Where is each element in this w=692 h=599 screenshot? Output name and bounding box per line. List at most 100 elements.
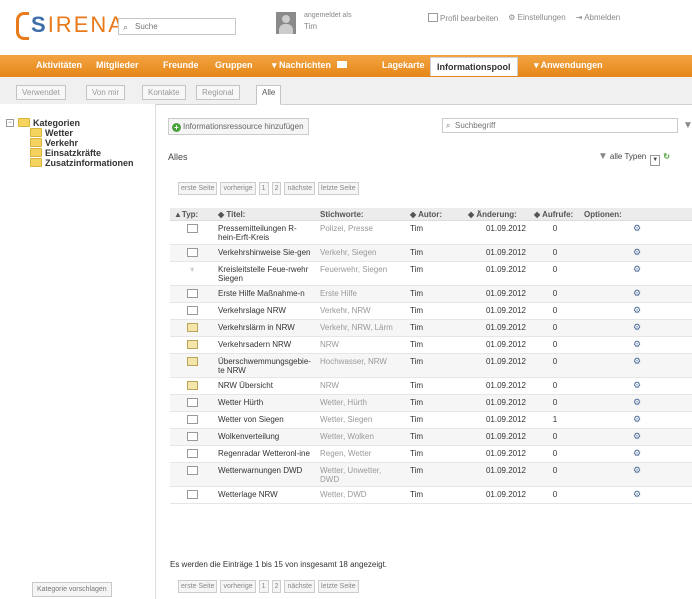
pager-prev[interactable]: vorherige: [220, 580, 256, 593]
pager-next[interactable]: nächste: [284, 182, 315, 195]
table-row[interactable]: Wetter Hürth Wetter, Hürth Tim 01.09.2012 0 ⚙: [170, 394, 692, 412]
cell-options[interactable]: ⚙: [580, 302, 692, 320]
options-gear-icon[interactable]: ⚙: [633, 397, 641, 407]
options-gear-icon[interactable]: ⚙: [633, 414, 641, 424]
nav-messages[interactable]: ▾ Nachrichten: [272, 60, 348, 71]
cell-options[interactable]: ⚙: [580, 261, 692, 286]
options-gear-icon[interactable]: ⚙: [633, 247, 641, 257]
edit-profile-link[interactable]: Profil bearbeiten: [428, 13, 498, 23]
options-gear-icon[interactable]: ⚙: [633, 288, 641, 298]
cell-title[interactable]: Wetter Hürth: [214, 394, 316, 412]
nav-situation-map[interactable]: Lagekarte: [382, 60, 425, 70]
cell-title[interactable]: Regenradar Wetteronl-ine: [214, 445, 316, 463]
tab-contacts[interactable]: Kontakte: [142, 85, 186, 100]
options-gear-icon[interactable]: ⚙: [633, 305, 641, 315]
tab-used[interactable]: Verwendet: [16, 85, 66, 100]
options-gear-icon[interactable]: ⚙: [633, 431, 641, 441]
nav-groups[interactable]: Gruppen: [215, 60, 253, 70]
pager-first[interactable]: erste Seite: [178, 182, 218, 195]
suggest-category-button[interactable]: Kategorie vorschlagen: [32, 582, 112, 597]
options-gear-icon[interactable]: ⚙: [633, 356, 641, 366]
cell-title[interactable]: NRW Übersicht: [214, 377, 316, 395]
table-row[interactable]: Erste Hilfe Maßnahme-n Erste Hilfe Tim 01.0…: [170, 285, 692, 303]
table-row[interactable]: Wolkenverteilung Wetter, Wolken Tim 01.09.2…: [170, 428, 692, 446]
avatar[interactable]: [276, 12, 296, 34]
tree-item-traffic[interactable]: Verkehr: [6, 138, 134, 148]
cell-title[interactable]: Kreisleitstelle Feue-rwehr Siegen: [214, 261, 316, 286]
tree-item-weather[interactable]: Wetter: [6, 128, 134, 138]
tree-item-emergency-forces[interactable]: Einsatzkräfte: [6, 148, 134, 158]
pager-next[interactable]: nächste: [284, 580, 315, 593]
cell-title[interactable]: Wetterlage NRW: [214, 486, 316, 504]
cell-options[interactable]: ⚙: [580, 336, 692, 354]
table-row[interactable]: Pressemitteilungen R-hein-Erft-Kreis Poli…: [170, 220, 692, 245]
cell-title[interactable]: Verkehrshinweise Sie-gen: [214, 244, 316, 262]
cell-title[interactable]: Überschwemmungsgebie-te NRW: [214, 353, 316, 378]
nav-applications[interactable]: ▾ Anwendungen: [534, 60, 603, 71]
options-gear-icon[interactable]: ⚙: [633, 339, 641, 349]
table-row[interactable]: Verkehrslage NRW Verkehr, NRW Tim 01.09.201…: [170, 302, 692, 320]
tab-regional[interactable]: Regional: [196, 85, 240, 100]
cell-options[interactable]: ⚙: [580, 244, 692, 262]
pager-last[interactable]: letzte Seite: [318, 182, 359, 195]
tab-by-me[interactable]: Von mir: [86, 85, 126, 100]
tab-all[interactable]: Alle: [256, 85, 282, 105]
options-gear-icon[interactable]: ⚙: [633, 264, 641, 274]
cell-title[interactable]: Verkehrslärm in NRW: [214, 319, 316, 337]
nav-friends[interactable]: Freunde: [163, 60, 199, 70]
options-gear-icon[interactable]: ⚙: [633, 223, 641, 233]
col-modified[interactable]: ◆ Änderung:: [464, 208, 530, 221]
resource-search[interactable]: ⌕: [442, 118, 678, 133]
col-type[interactable]: ▲Typ:: [170, 208, 214, 221]
cell-options[interactable]: ⚙: [580, 285, 692, 303]
global-search[interactable]: ⌕: [118, 18, 236, 35]
pager-page-2[interactable]: 2: [271, 182, 282, 195]
sirena-logo[interactable]: SIRENA: [16, 12, 125, 41]
pager-page-1[interactable]: 1: [258, 182, 269, 195]
col-title[interactable]: ◆ Titel:: [214, 208, 316, 221]
logout-link[interactable]: ⇥ Abmelden: [576, 13, 621, 23]
pager-prev[interactable]: vorherige: [220, 182, 256, 195]
table-row[interactable]: Verkehrshinweise Sie-gen Verkehr, Siegen T…: [170, 244, 692, 262]
table-row[interactable]: Wetterwarnungen DWD Wetter, Unwetter, DWD…: [170, 462, 692, 487]
filter-icon[interactable]: ▼: [683, 120, 692, 131]
cell-options[interactable]: ⚙: [580, 486, 692, 504]
resource-search-input[interactable]: [455, 120, 655, 131]
cell-options[interactable]: ⚙: [580, 411, 692, 429]
cell-options[interactable]: ⚙: [580, 428, 692, 446]
pager-last[interactable]: letzte Seite: [318, 580, 359, 593]
cell-options[interactable]: ⚙: [580, 220, 692, 245]
type-filter[interactable]: ▼ alle Typen ▼ ↻: [598, 150, 670, 166]
col-views[interactable]: ◆ Aufrufe:: [530, 208, 580, 221]
options-gear-icon[interactable]: ⚙: [633, 322, 641, 332]
global-search-input[interactable]: [135, 20, 230, 33]
cell-options[interactable]: ⚙: [580, 445, 692, 463]
cell-title[interactable]: Wolkenverteilung: [214, 428, 316, 446]
tree-item-additional-info[interactable]: Zusatzinformationen: [6, 158, 134, 168]
settings-link[interactable]: ⚙ Einstellungen: [508, 13, 565, 23]
refresh-icon[interactable]: ↻: [663, 152, 670, 161]
nav-members[interactable]: Mitglieder: [96, 60, 139, 70]
table-row[interactable]: Wetter von Siegen Wetter, Siegen Tim 01.09.…: [170, 411, 692, 429]
cell-title[interactable]: Verkehrslage NRW: [214, 302, 316, 320]
pager-page-1[interactable]: 1: [258, 580, 269, 593]
table-row[interactable]: Verkehrslärm in NRW Verkehr, NRW, Lärm Tim…: [170, 319, 692, 337]
nav-information-pool[interactable]: Informationspool: [430, 57, 518, 76]
cell-options[interactable]: ⚙: [580, 394, 692, 412]
cell-options[interactable]: ⚙: [580, 353, 692, 378]
cell-title[interactable]: Wetter von Siegen: [214, 411, 316, 429]
tree-root[interactable]: − Kategorien: [6, 118, 134, 128]
pager-page-2[interactable]: 2: [271, 580, 282, 593]
options-gear-icon[interactable]: ⚙: [633, 380, 641, 390]
options-gear-icon[interactable]: ⚙: [633, 448, 641, 458]
cell-options[interactable]: ⚙: [580, 377, 692, 395]
table-row[interactable]: Regenradar Wetteronl-ine Regen, Wetter Tim…: [170, 445, 692, 463]
col-author[interactable]: ◆ Autor:: [406, 208, 464, 221]
table-row[interactable]: NRW Übersicht NRW Tim 01.09.2012 0 ⚙: [170, 377, 692, 395]
table-row[interactable]: Verkehrsadern NRW NRW Tim 01.09.2012 0 ⚙: [170, 336, 692, 354]
cell-title[interactable]: Wetterwarnungen DWD: [214, 462, 316, 487]
cell-title[interactable]: Verkehrsadern NRW: [214, 336, 316, 354]
pager-first[interactable]: erste Seite: [178, 580, 218, 593]
options-gear-icon[interactable]: ⚙: [633, 465, 641, 475]
nav-activities[interactable]: Aktivitäten: [36, 60, 82, 70]
